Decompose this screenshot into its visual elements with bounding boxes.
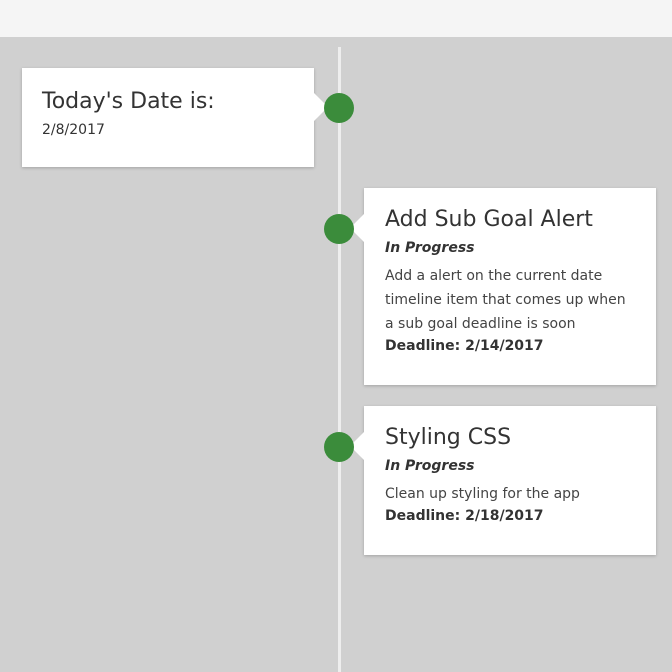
goal-status: In Progress — [385, 458, 475, 474]
goal-deadline: Deadline: 2/14/2017 — [385, 338, 544, 354]
timeline-dot-today — [324, 93, 354, 123]
today-date: 2/8/2017 — [42, 122, 105, 138]
goal-title: Styling CSS — [385, 425, 512, 450]
goal-card[interactable]: Add Sub Goal Alert In Progress Add a ale… — [350, 188, 656, 385]
today-title: Today's Date is: — [42, 89, 215, 114]
goal-deadline: Deadline: 2/18/2017 — [385, 508, 544, 524]
today-date-card: Today's Date is: 2/8/2017 — [22, 68, 328, 167]
goal-title: Add Sub Goal Alert — [385, 207, 593, 232]
goal-description: Clean up styling for the app — [385, 486, 580, 502]
timeline-page: Today's Date is: 2/8/2017 Add Sub Goal A… — [0, 0, 672, 672]
goal-description: Add a alert on the current date timeline… — [385, 268, 626, 332]
goal-status: In Progress — [385, 240, 475, 256]
timeline-dot-goal — [324, 432, 354, 462]
top-bar — [0, 0, 672, 37]
timeline-dot-goal — [324, 214, 354, 244]
timeline-line — [338, 47, 341, 672]
goal-card[interactable]: Styling CSS In Progress Clean up styling… — [350, 406, 656, 555]
